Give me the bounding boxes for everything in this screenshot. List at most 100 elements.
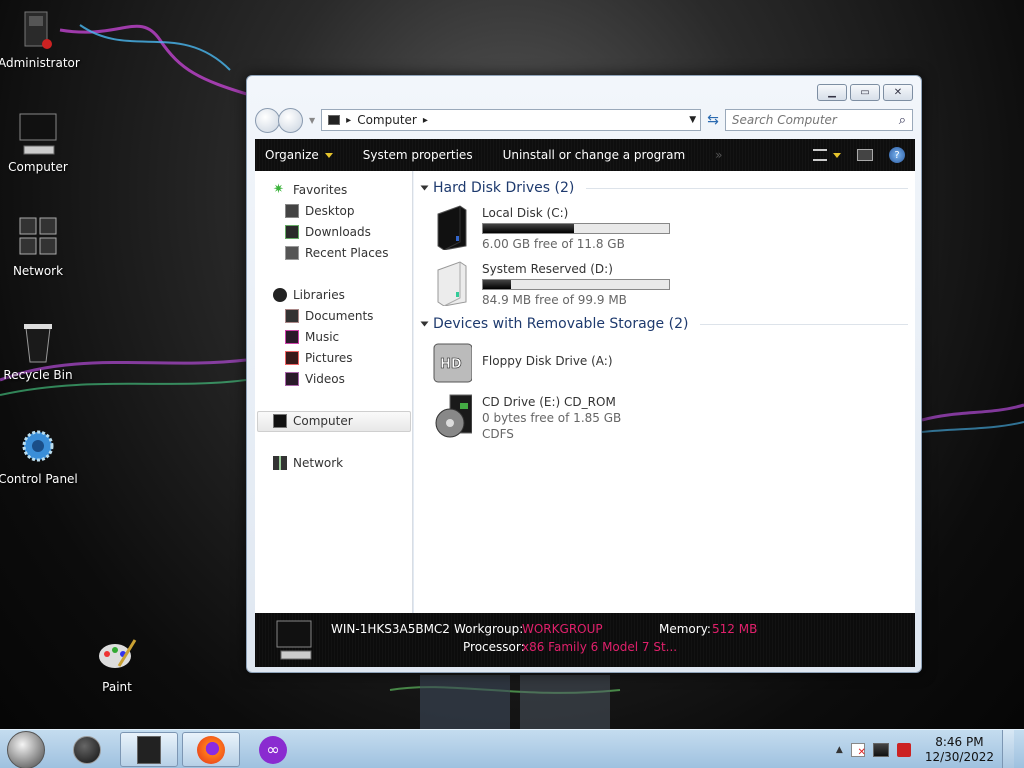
drive-usage-fill xyxy=(483,224,575,233)
toolbar-overflow-icon[interactable]: » xyxy=(715,148,722,162)
show-hidden-icons-button[interactable]: ▲ xyxy=(836,745,843,755)
sidebar-label: Libraries xyxy=(293,288,345,302)
taskbar-app-purple[interactable]: ∞ xyxy=(244,732,302,767)
system-properties-button[interactable]: System properties xyxy=(363,148,473,162)
sidebar-label: Favorites xyxy=(293,183,348,197)
desktop-icon-paint[interactable]: Paint xyxy=(77,632,157,694)
desktop-icon-network[interactable]: Network xyxy=(0,216,78,278)
organize-dropdown-icon xyxy=(324,152,333,158)
memory-value: 512 MB xyxy=(712,622,758,636)
desktop-icon-computer[interactable]: Computer xyxy=(0,112,78,174)
close-button[interactable]: ✕ xyxy=(883,84,913,101)
drive-usage-fill xyxy=(483,280,511,289)
refresh-icon[interactable]: ⇆ xyxy=(707,112,719,128)
sidebar-item-recent-places[interactable]: Recent Places xyxy=(285,246,388,260)
downloads-icon xyxy=(285,225,299,239)
sidebar-item-favorites[interactable]: ✷ Favorites xyxy=(273,183,348,198)
preview-pane-icon[interactable] xyxy=(857,149,873,161)
sidebar-item-network[interactable]: Network xyxy=(273,456,343,470)
drive-usage-bar xyxy=(482,223,670,234)
drive-floppy-a[interactable]: HD Floppy Disk Drive (A:) xyxy=(432,341,613,385)
clock[interactable]: 8:46 PM 12/30/2022 xyxy=(925,735,994,765)
taskbar-app-firefox[interactable] xyxy=(182,732,240,767)
uninstall-program-button[interactable]: Uninstall or change a program xyxy=(503,148,686,162)
search-icon[interactable]: ⌕ xyxy=(899,113,906,128)
address-arrow-icon[interactable]: ▸ xyxy=(346,115,351,126)
sidebar-item-downloads[interactable]: Downloads xyxy=(285,225,371,239)
change-view-button[interactable] xyxy=(813,149,841,161)
sidebar-item-desktop[interactable]: Desktop xyxy=(285,204,355,218)
address-segment-computer[interactable]: Computer xyxy=(357,113,417,127)
desktop-icon-recycle-bin[interactable]: Recycle Bin xyxy=(0,320,78,382)
sidebar-label: Network xyxy=(293,456,344,470)
hard-drive-icon xyxy=(432,261,472,306)
back-button[interactable] xyxy=(255,107,280,133)
group-title: Devices with Removable Storage (2) xyxy=(433,316,689,332)
removable-storage-group-header[interactable]: Devices with Removable Storage (2) xyxy=(420,316,908,332)
desktop-icon-label: Paint xyxy=(102,680,132,694)
paint-palette-icon xyxy=(95,632,139,676)
libraries-icon xyxy=(273,288,287,302)
hard-disk-group-header[interactable]: Hard Disk Drives (2) xyxy=(420,180,908,196)
desktop-icon-control-panel[interactable]: Control Panel xyxy=(0,424,78,486)
collapse-icon xyxy=(420,321,429,327)
explorer-window: ▁ ▭ ✕ ▼ ▸ Computer ▸ ▼ ⇆ ⌕ Organize Syst… xyxy=(246,75,922,673)
minimize-button[interactable]: ▁ xyxy=(817,84,847,101)
computer-icon xyxy=(273,414,287,428)
sidebar-item-videos[interactable]: Videos xyxy=(285,372,345,386)
navigation-pane: ✷ Favorites Desktop Downloads Recent Pla… xyxy=(255,171,413,613)
sidebar-item-documents[interactable]: Documents xyxy=(285,309,373,323)
videos-icon xyxy=(285,372,299,386)
clock-time: 8:46 PM xyxy=(935,734,984,749)
action-center-icon[interactable]: ✕ xyxy=(850,742,866,757)
drive-system-reserved-d[interactable]: System Reserved (D:) 84.9 MB free of 99.… xyxy=(432,261,670,308)
organize-label: Organize xyxy=(265,148,319,162)
maximize-button[interactable]: ▭ xyxy=(850,84,880,101)
system-properties-label: System properties xyxy=(362,148,473,162)
sidebar-label: Desktop xyxy=(305,204,355,218)
sidebar-item-libraries[interactable]: Libraries xyxy=(273,288,345,302)
svg-text:HD: HD xyxy=(440,357,462,372)
network-status-icon[interactable] xyxy=(872,742,889,757)
sidebar-label: Music xyxy=(305,330,340,344)
processor-label: Processor: xyxy=(463,640,525,654)
taskbar-app-media[interactable] xyxy=(58,732,116,767)
floppy-drive-icon: HD xyxy=(432,341,472,385)
drive-cd-e[interactable]: CD Drive (E:) CD_ROM 0 bytes free of 1.8… xyxy=(432,394,621,442)
drive-name: CD Drive (E:) CD_ROM xyxy=(482,395,616,409)
show-desktop-button[interactable] xyxy=(1002,730,1014,768)
desktop-icon-label: Control Panel xyxy=(0,472,78,486)
desktop-icon-administrator[interactable]: Administrator xyxy=(0,8,80,70)
desktop-icon-label: Network xyxy=(12,264,64,278)
sidebar-label: Pictures xyxy=(305,351,353,365)
group-title: Hard Disk Drives (2) xyxy=(433,180,575,196)
forward-button[interactable] xyxy=(278,107,303,133)
volume-icon[interactable] xyxy=(896,742,911,757)
firefox-icon xyxy=(197,735,225,764)
address-bar[interactable]: ▸ Computer ▸ ▼ xyxy=(321,109,702,131)
drive-usage-bar xyxy=(482,279,670,290)
organize-button[interactable]: Organize xyxy=(265,148,333,162)
command-bar: Organize System properties Uninstall or … xyxy=(255,139,915,171)
memory-label: Memory: xyxy=(659,622,711,636)
start-button[interactable] xyxy=(7,731,45,768)
uninstall-label: Uninstall or change a program xyxy=(502,148,686,162)
computer-large-icon xyxy=(275,619,315,666)
pictures-icon xyxy=(285,351,299,365)
address-arrow-icon[interactable]: ▸ xyxy=(423,115,428,126)
computer-name: WIN-1HKS3A5BMC2 xyxy=(331,622,450,636)
search-input[interactable] xyxy=(731,113,895,127)
address-dropdown-icon[interactable]: ▼ xyxy=(689,115,700,125)
sidebar-item-music[interactable]: Music xyxy=(285,330,339,344)
window-controls: ▁ ▭ ✕ xyxy=(817,84,913,101)
recent-pages-dropdown-icon[interactable]: ▼ xyxy=(309,116,315,125)
sidebar-item-computer[interactable]: Computer xyxy=(273,414,353,428)
documents-icon xyxy=(285,309,299,323)
view-dropdown-icon xyxy=(833,152,841,158)
infinity-app-icon: ∞ xyxy=(259,735,287,764)
taskbar-app-explorer[interactable] xyxy=(120,732,178,767)
drive-name: System Reserved (D:) xyxy=(482,262,613,276)
drive-local-disk-c[interactable]: Local Disk (C:) 6.00 GB free of 11.8 GB xyxy=(432,205,670,252)
sidebar-item-pictures[interactable]: Pictures xyxy=(285,351,353,365)
help-icon[interactable]: ? xyxy=(889,147,905,163)
